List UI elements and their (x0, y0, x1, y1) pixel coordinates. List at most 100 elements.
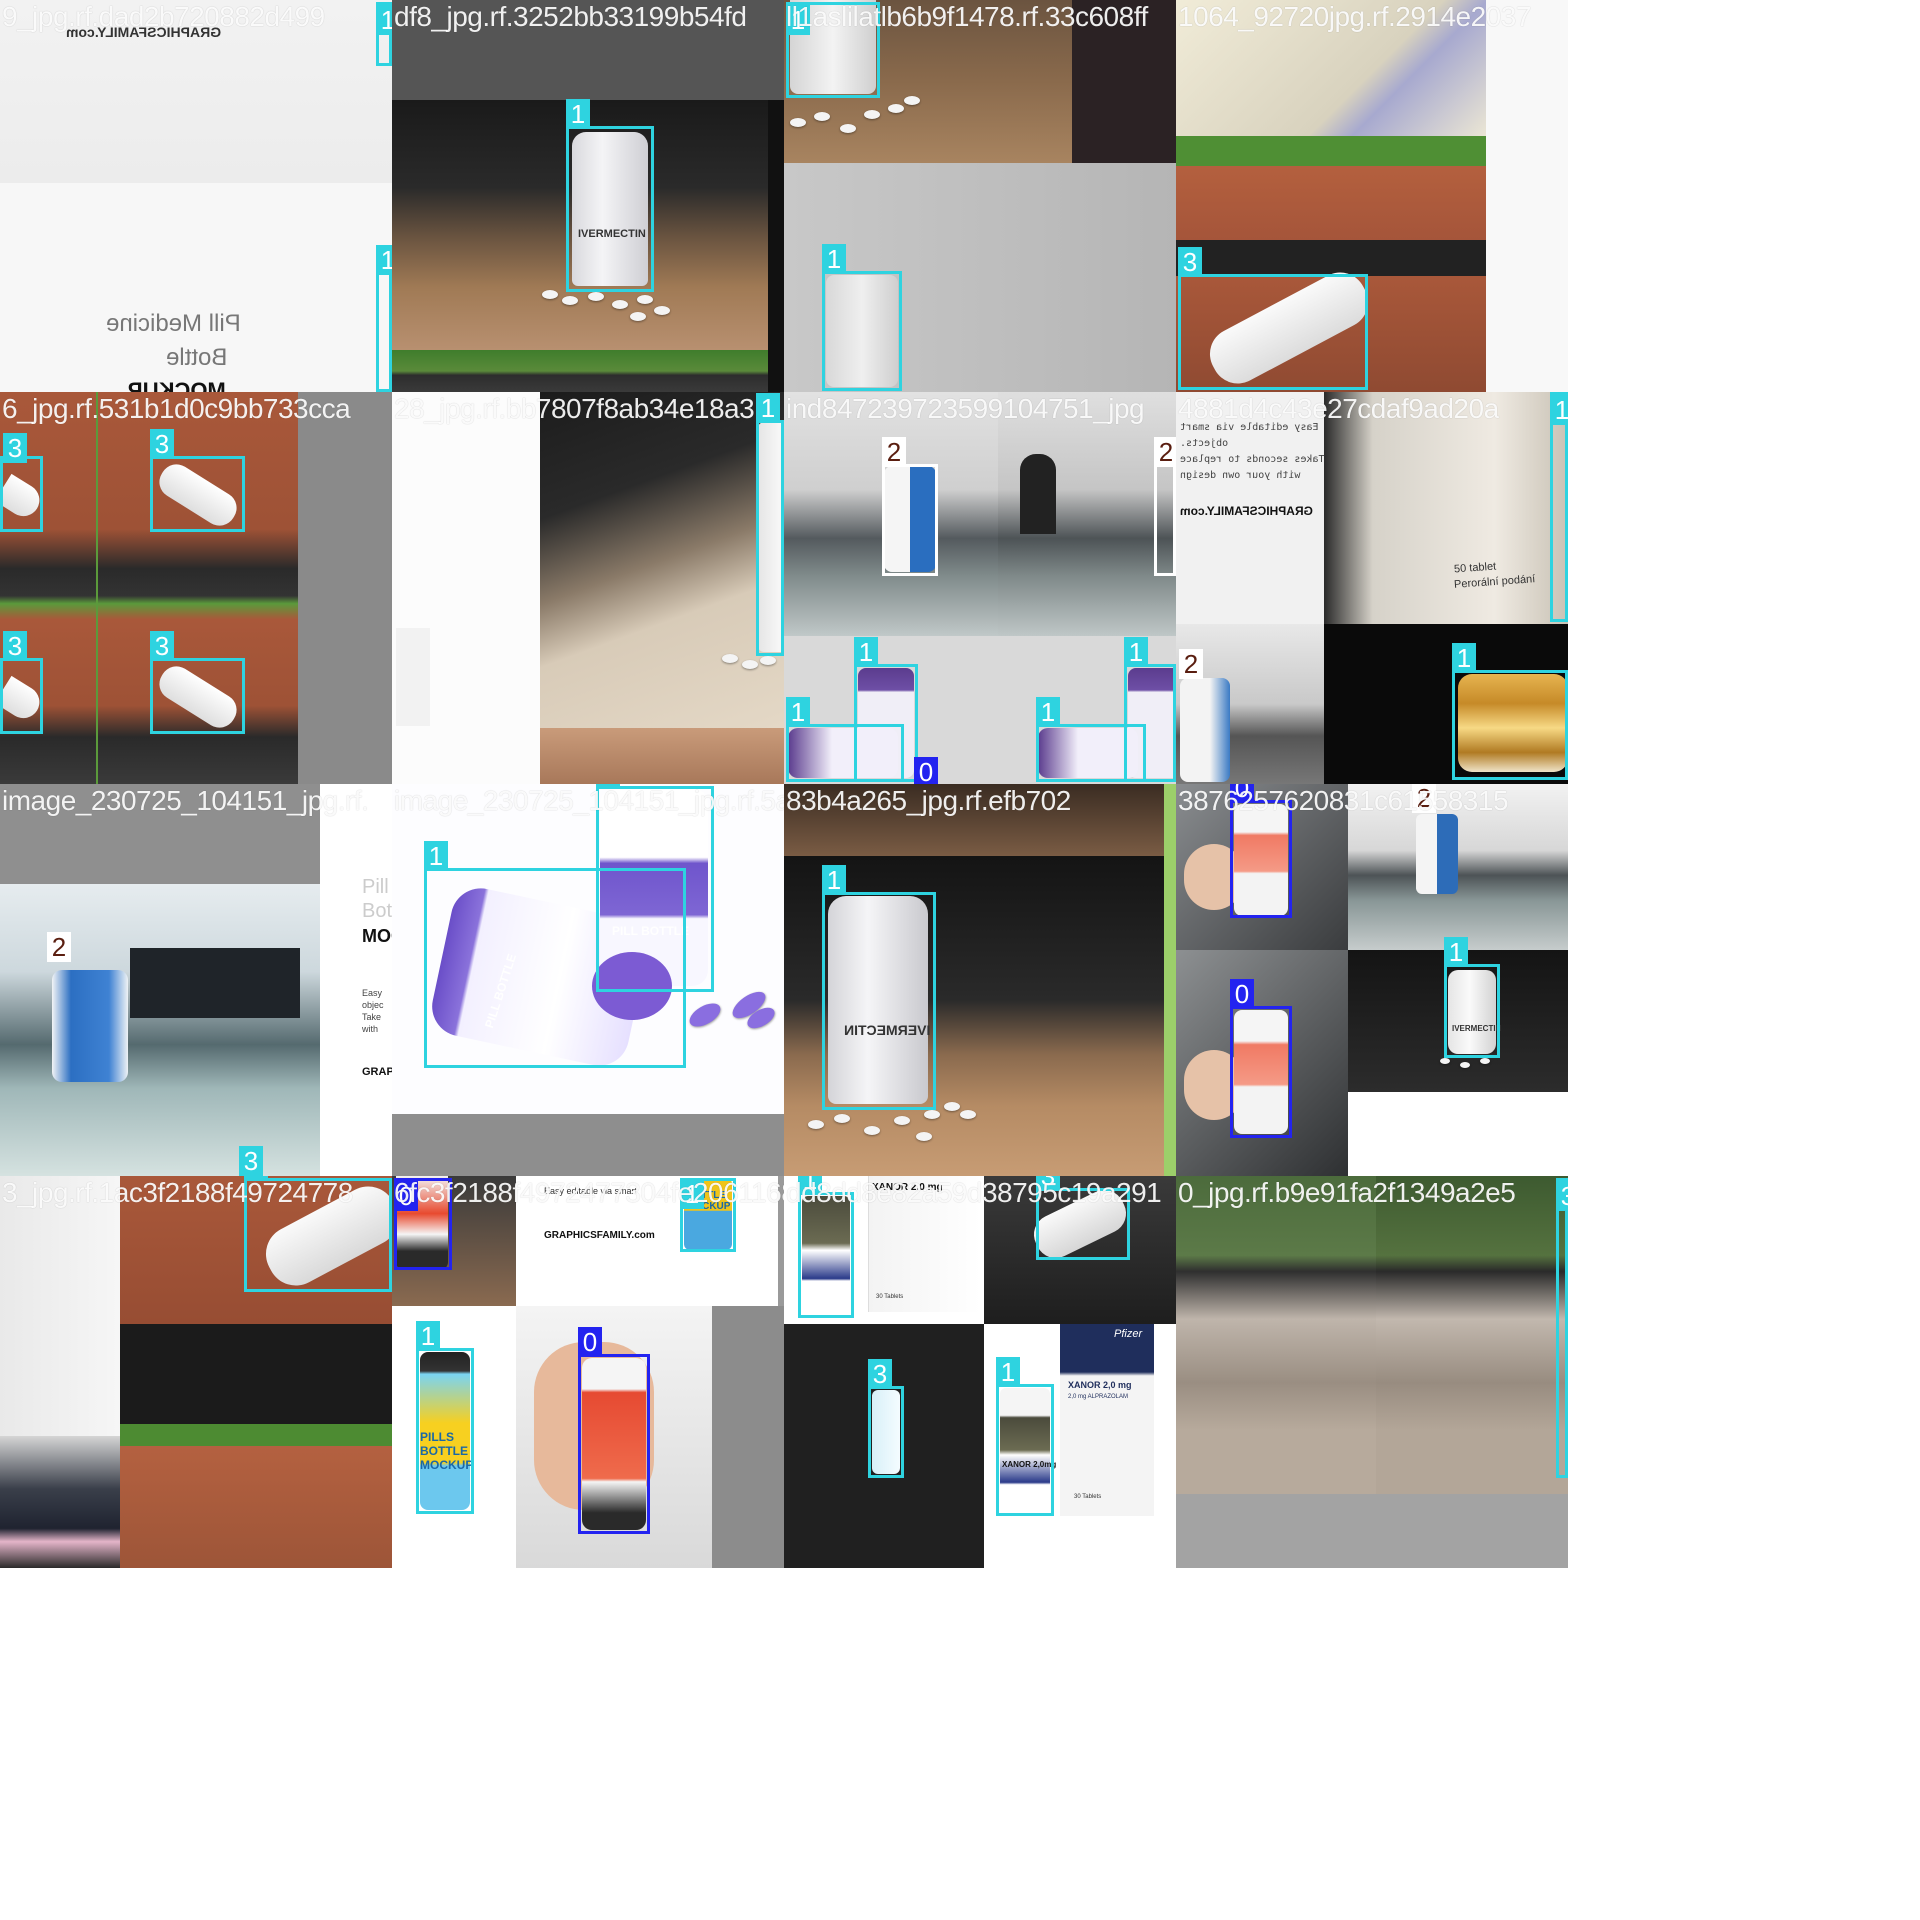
tile-title: ll1aslilatlb6b9f1478.rf.33c608ff (786, 1, 1148, 32)
bounding-box: 1 (1452, 643, 1568, 780)
mosaic-tile: ll1aslilatlb6b9f1478.rf.33c608ff 1 1 (784, 0, 1176, 392)
bounding-box: 3 (1556, 1178, 1568, 1478)
class-label: 1 (424, 841, 448, 871)
class-label: 0 (578, 1327, 602, 1357)
scene-text: objects. (1180, 438, 1229, 449)
bounding-box: 3 (0, 433, 43, 532)
class-label: 1 (756, 393, 780, 423)
tile-title: 6fc3f2188f4972477304fe2061168 (394, 1177, 784, 1208)
scene-text: MOC (362, 926, 392, 946)
tile-title: 3876257620831c61558315 (1178, 785, 1509, 816)
scene-text: with (362, 1024, 379, 1034)
class-label: 1 (566, 99, 590, 129)
class-label: 1 (416, 1321, 440, 1351)
mosaic-tile: Pill Bott MOC Easy objec Take with GRAP … (0, 784, 392, 1176)
mosaic-tile: IVERMECTIN 83b4a265_jpg.rf.efb702 1 (784, 784, 1176, 1176)
mosaic-tile: IVERMECTIN 3876257620831c61558315 0 2 1 … (1176, 784, 1568, 1176)
class-label: 1 (1550, 395, 1568, 425)
tile-title: 3_jpg.rf.1ac3f2188f49724778 (2, 1177, 353, 1208)
mosaic-tile: Easy editable via smart objects. Takes s… (1176, 392, 1568, 784)
tile-title: image_230725_104151_jpg.rf. (2, 785, 369, 816)
class-label: 1 (1124, 637, 1148, 667)
class-label: 3 (1556, 1181, 1568, 1211)
pill-bottle (52, 970, 128, 1082)
scene-text: Bott (362, 900, 392, 922)
pill-bottle (1180, 678, 1230, 782)
scene-text: 2,0 mg ALPRAZOLAM (1068, 1394, 1129, 1400)
mosaic-tile: 28_jpg.rf.bb7807f8ab34e18a3 1 (392, 392, 784, 784)
tile-title: 83b4a265_jpg.rf.efb702 (786, 785, 1071, 816)
scene-text: 30 Tablets (1074, 1494, 1102, 1500)
scene-text: GRAPHICSFAMILY.com (1180, 504, 1313, 518)
scene-text: Easy (362, 988, 383, 998)
class-label: 3 (3, 433, 27, 463)
bounding-box: 1 (416, 1321, 474, 1514)
bounding-box: 1 (822, 244, 902, 391)
tile-title: 1064_92720jpg.rf.2914e2037 (1178, 1, 1531, 32)
tile-title: 0_jpg.rf.b9e91fa2f1349a2e5 (1178, 1177, 1516, 1208)
scene-text: MOCKUP (128, 378, 226, 392)
class-label: 1 (822, 865, 846, 895)
bounding-box: 1 (798, 1176, 854, 1318)
class-label: 3 (150, 631, 174, 661)
class-label: 1 (786, 697, 810, 727)
scene-text: GRAPHICSFAMILY.com (544, 1230, 655, 1241)
tile-title: 4881d4c43e27cdaf9ad20a (1178, 393, 1499, 424)
scene-text: Takes seconds to replace (1180, 454, 1325, 465)
mosaic-tile: 6_jpg.rf.531b1d0c9bb733cca 3 3 3 3 (0, 392, 392, 784)
bounding-box: 2 (1412, 784, 1462, 898)
bounding-box: 2 (1154, 437, 1176, 576)
bounding-box: 3 (1178, 247, 1368, 390)
bounding-box: 2 (882, 437, 938, 576)
mosaic-tile: IVERMECTIN df8_jpg.rf.3252bb33199b54fd 1 (392, 0, 784, 392)
mosaic-tile: XANOR 2,0 mg 30 Tablets Pfizer XANOR 2,0… (784, 1176, 1176, 1568)
class-label: 1 (1444, 937, 1468, 967)
mosaic-tile: 0_jpg.rf.b9e91fa2f1349a2e5 3 (1176, 1176, 1568, 1568)
bounding-box: 1 (566, 99, 654, 292)
class-label: 1 (854, 637, 878, 667)
scene-text: Pill (362, 876, 389, 898)
tile-title: df8_jpg.rf.3252bb33199b54fd (394, 1, 747, 32)
scene-text: Pfizer (1114, 1328, 1143, 1340)
scene-text: Bottle (166, 344, 228, 371)
class-label: 0 (914, 757, 938, 784)
bounding-box: 1 (822, 865, 936, 1110)
scene-text: Pill Medicine (106, 310, 241, 337)
class-label: 3 (1178, 247, 1202, 277)
tile-title: 9_jpg.rf.dad2b720882d499 (2, 1, 325, 32)
class-label: 0 (1230, 979, 1254, 1009)
bounding-box: 1 (376, 245, 392, 392)
bounding-box: 3 (868, 1359, 904, 1478)
tile-title: image_230725_104151_jpg.rf.5ae7721481b1f… (394, 785, 784, 816)
mosaic-tile: Easy editable via smart GRAPHICSFAMILY.c… (392, 1176, 784, 1568)
augmented-mosaic: GRAPHICSFAMILY.com Pill Medicine Bottle … (0, 0, 1568, 1568)
class-label: 1 (1036, 697, 1060, 727)
bounding-box: 0 (1230, 979, 1292, 1138)
class-label: 1 (376, 5, 392, 35)
class-label: 3 (150, 429, 174, 459)
class-label: 2 (882, 437, 906, 467)
class-label: 1 (996, 1357, 1020, 1387)
bounding-box: 1 (424, 841, 686, 1068)
tile-title: dd8dd8e82a59d38795c19a291 (786, 1177, 1162, 1208)
scene-text: 30 Tablets (876, 1294, 904, 1300)
mosaic-tile: 3_jpg.rf.1ac3f2188f49724778 3 (0, 1176, 392, 1568)
bounding-box: 1 (1036, 697, 1146, 782)
mosaic-tile: ind847239723599104751_jpg 2 2 1 1 1 1 0 (784, 392, 1176, 784)
scene-text: objec (362, 1000, 384, 1010)
mosaic-tile: 1064_92720jpg.rf.2914e2037 3 (1176, 0, 1568, 392)
bounding-box: 1 (996, 1357, 1054, 1516)
bounding-box: 3 (0, 631, 43, 734)
bounding-box: 0 (578, 1327, 650, 1534)
bounding-box: 0 (1230, 784, 1292, 918)
scene-text: Take (362, 1012, 382, 1022)
class-label: 1 (822, 244, 846, 274)
scene-text: GRAP (362, 1066, 392, 1078)
bounding-box: 1 (786, 697, 904, 782)
bounding-box: 2 (1176, 649, 1203, 782)
bounding-box: 1 (756, 393, 784, 656)
scene-text: with your own design (1180, 470, 1301, 481)
bounding-box: 1 (376, 2, 392, 66)
bounding-box: 3 (150, 631, 245, 734)
scene-text: XANOR 2,0 mg (1068, 1380, 1132, 1390)
